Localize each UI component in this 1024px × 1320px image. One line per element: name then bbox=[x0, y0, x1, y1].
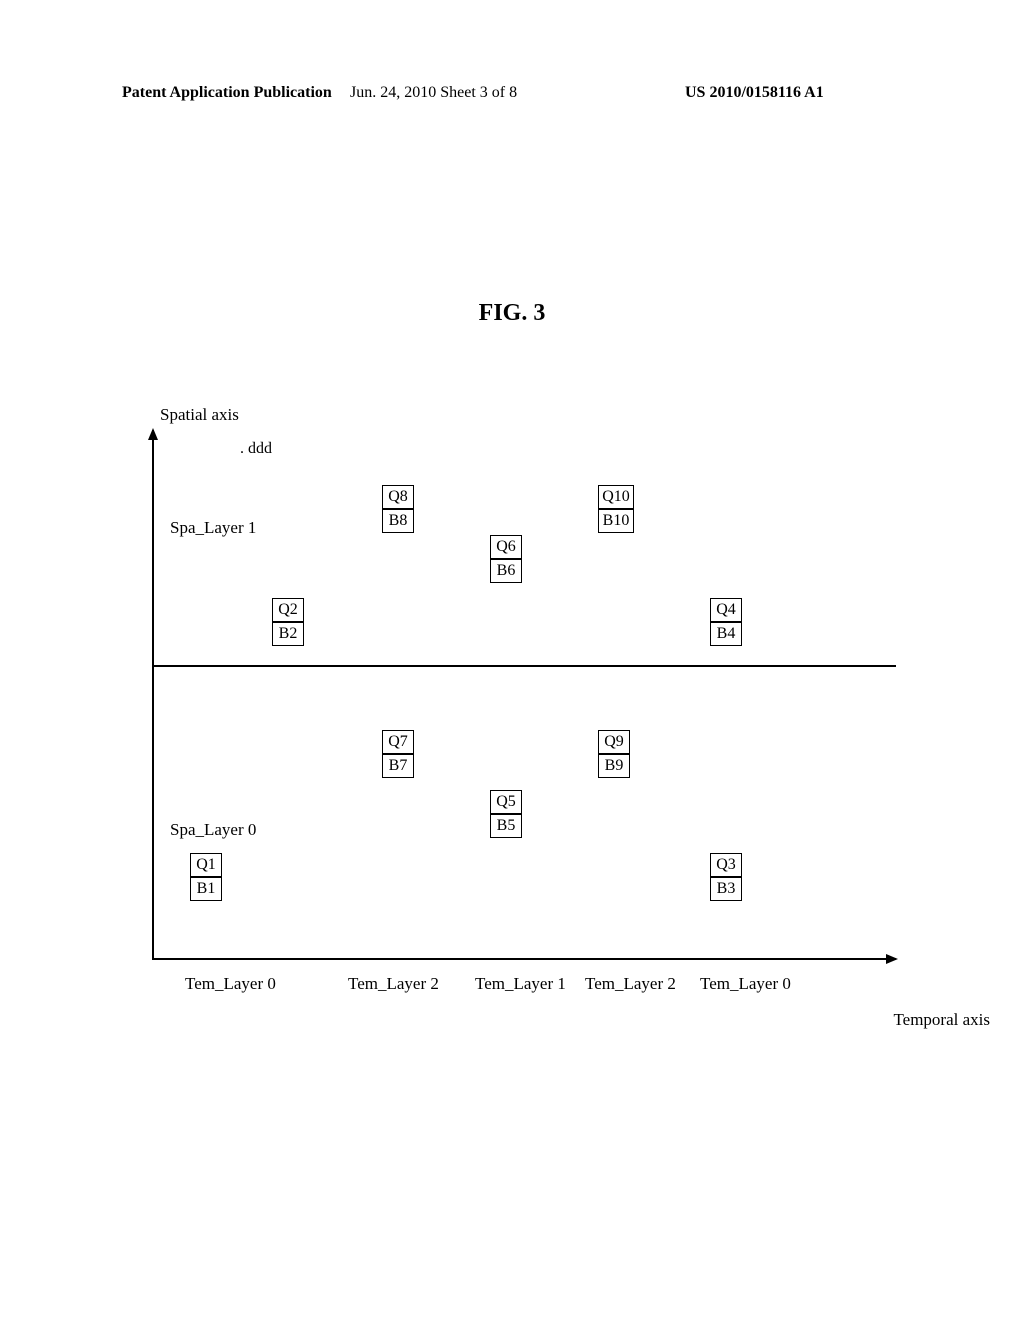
box-b9: B9 bbox=[598, 754, 630, 778]
box-b2: B2 bbox=[272, 622, 304, 646]
header-left: Patent Application Publication bbox=[122, 84, 332, 102]
box-q5: Q5 bbox=[490, 790, 522, 814]
box-q9: Q9 bbox=[598, 730, 630, 754]
header-right: US 2010/0158116 A1 bbox=[685, 84, 824, 102]
box-q6: Q6 bbox=[490, 535, 522, 559]
box-q1: Q1 bbox=[190, 853, 222, 877]
spa-layer-1-label: Spa_Layer 1 bbox=[170, 518, 256, 538]
box-q3: Q3 bbox=[710, 853, 742, 877]
box-b1: B1 bbox=[190, 877, 222, 901]
y-axis-label: Spatial axis bbox=[160, 405, 239, 425]
x-axis bbox=[152, 958, 896, 960]
header-center: Jun. 24, 2010 Sheet 3 of 8 bbox=[350, 84, 517, 102]
tem-layer-1: Tem_Layer 1 bbox=[475, 974, 566, 994]
box-q2: Q2 bbox=[272, 598, 304, 622]
box-q4: Q4 bbox=[710, 598, 742, 622]
tem-layer-2b: Tem_Layer 2 bbox=[585, 974, 676, 994]
box-q10: Q10 bbox=[598, 485, 634, 509]
box-b4: B4 bbox=[710, 622, 742, 646]
box-b6: B6 bbox=[490, 559, 522, 583]
spa-layer-0-label: Spa_Layer 0 bbox=[170, 820, 256, 840]
box-b5: B5 bbox=[490, 814, 522, 838]
box-q7: Q7 bbox=[382, 730, 414, 754]
tem-layer-2a: Tem_Layer 2 bbox=[348, 974, 439, 994]
spatial-divider bbox=[152, 665, 896, 667]
box-b3: B3 bbox=[710, 877, 742, 901]
y-axis bbox=[152, 430, 154, 960]
diagram: Spatial axis . ddd Spa_Layer 1 Spa_Layer… bbox=[130, 400, 910, 1000]
ddd-label: . ddd bbox=[240, 440, 272, 458]
tem-layer-0b: Tem_Layer 0 bbox=[700, 974, 791, 994]
box-b8: B8 bbox=[382, 509, 414, 533]
x-axis-label: Temporal axis bbox=[893, 1010, 990, 1030]
figure-title: FIG. 3 bbox=[0, 300, 1024, 327]
box-b10: B10 bbox=[598, 509, 634, 533]
tem-layer-0a: Tem_Layer 0 bbox=[185, 974, 276, 994]
box-q8: Q8 bbox=[382, 485, 414, 509]
box-b7: B7 bbox=[382, 754, 414, 778]
